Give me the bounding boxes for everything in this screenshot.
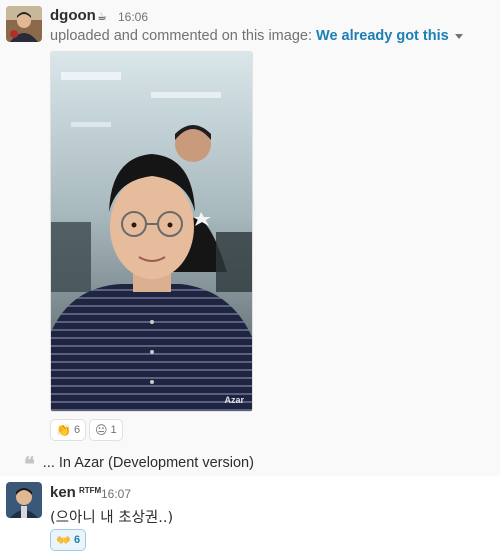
message-dgoon: dgoon ☕ 16:06 uploaded and commented on … — [0, 0, 500, 476]
reaction-clap[interactable]: 👏 6 — [50, 419, 87, 441]
reaction-count: 1 — [110, 424, 117, 436]
file-title-link[interactable]: We already got this — [316, 28, 449, 44]
open-hands-icon: 👐 — [56, 533, 71, 547]
author-name[interactable]: ken — [50, 484, 76, 501]
uploaded-image[interactable]: Azar — [50, 51, 253, 412]
coffee-icon: ☕ — [97, 11, 107, 23]
chevron-down-icon[interactable] — [454, 33, 463, 39]
avatar[interactable] — [6, 482, 42, 518]
image-watermark: Azar — [224, 395, 244, 405]
timestamp[interactable]: 16:07 — [101, 487, 131, 501]
author-name[interactable]: dgoon — [50, 7, 96, 24]
comment-text: ... In Azar (Development version) — [42, 455, 254, 471]
action-text: uploaded and commented on this image: — [50, 28, 317, 44]
file-comment: ❝ ... In Azar (Development version) — [24, 452, 254, 476]
quote-icon: ❝ — [24, 452, 35, 476]
upload-action-line: uploaded and commented on this image: We… — [50, 28, 463, 44]
message-text: (으아니 내 초상권..) — [50, 510, 174, 526]
reaction-open-hands[interactable]: 👐 6 — [50, 529, 87, 551]
neutral-face-icon: 😐 — [95, 423, 108, 437]
reaction-neutral-face[interactable]: 😐 1 — [89, 419, 123, 441]
clap-icon: 👏 — [56, 423, 71, 437]
rtfm-badge-icon: RTFM — [79, 486, 102, 495]
reaction-count: 6 — [73, 424, 81, 436]
timestamp[interactable]: 16:06 — [118, 10, 148, 24]
reaction-count: 6 — [73, 534, 81, 546]
avatar[interactable] — [6, 6, 42, 42]
